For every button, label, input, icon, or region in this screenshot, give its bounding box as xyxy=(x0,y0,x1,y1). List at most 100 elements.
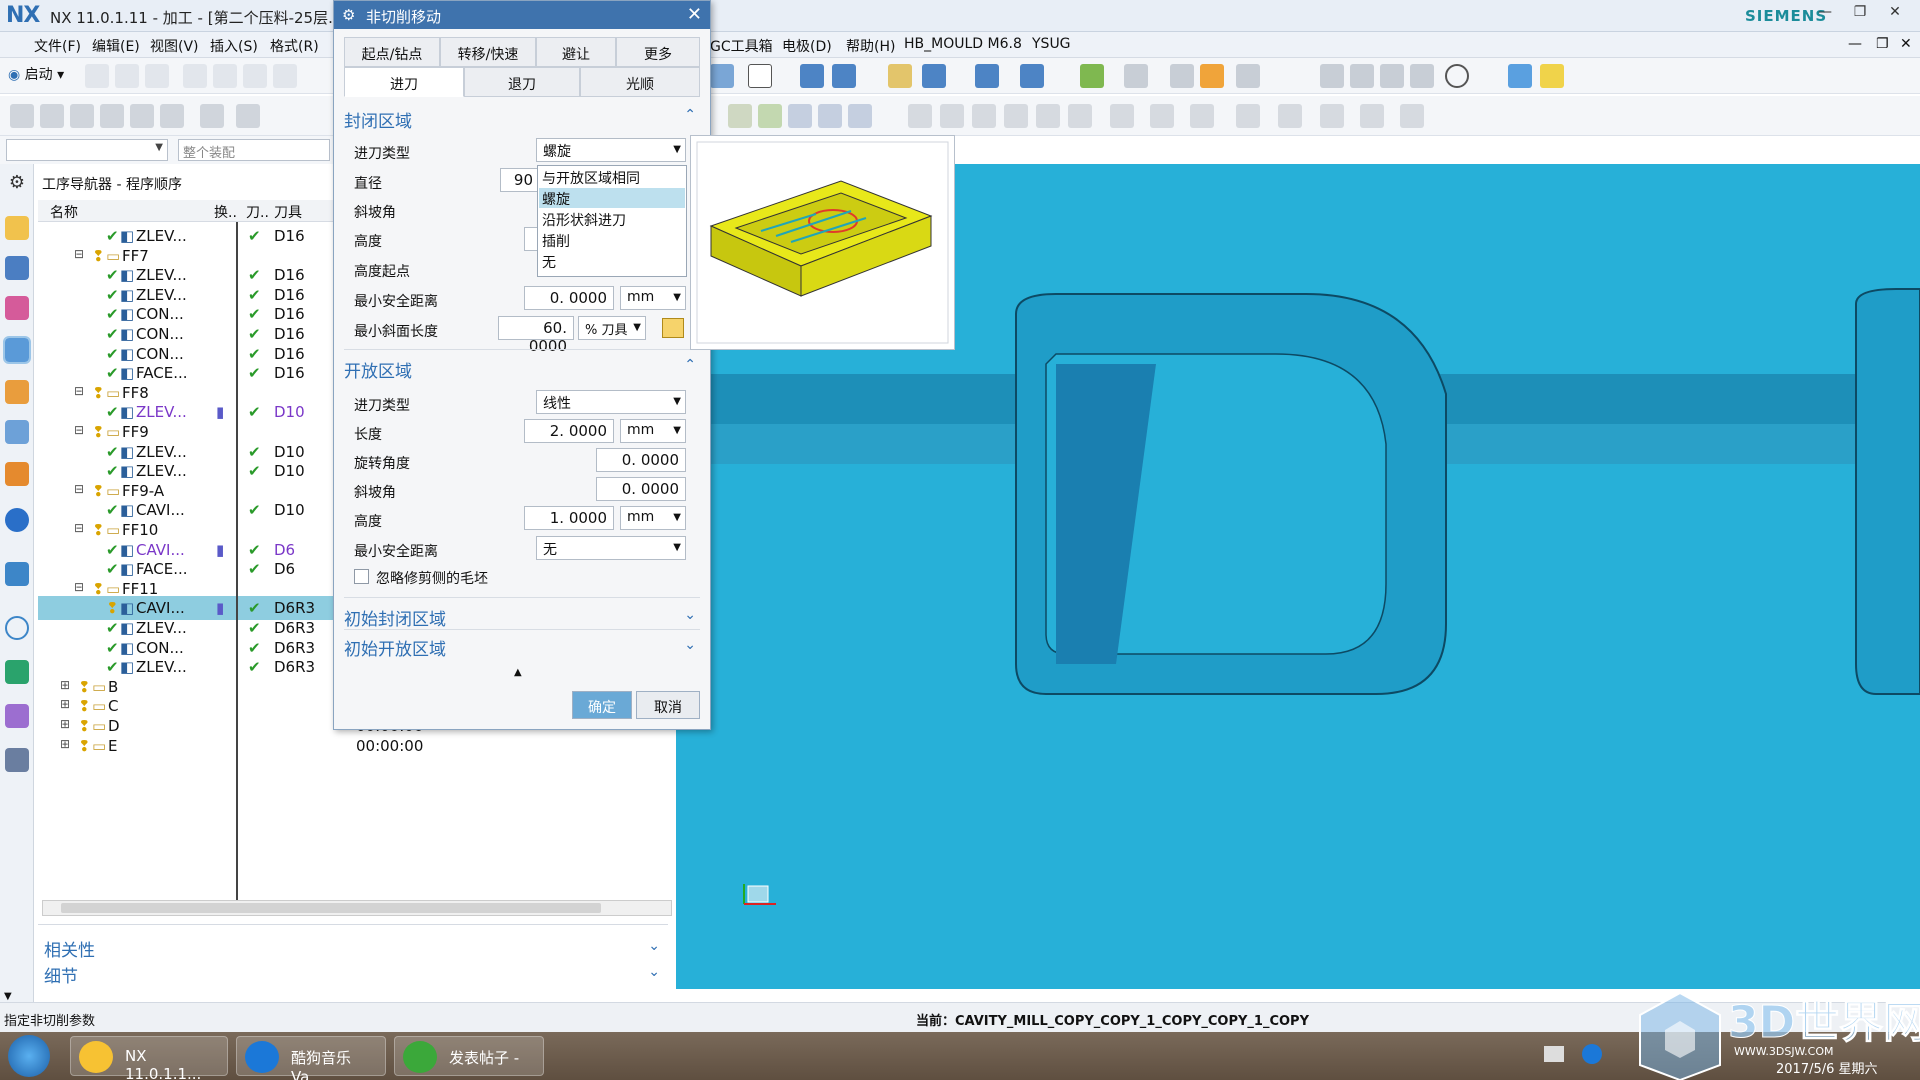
create-operation-icon[interactable] xyxy=(130,104,154,128)
clock-icon[interactable] xyxy=(5,616,29,640)
sub-restore-icon[interactable]: ❐ xyxy=(1876,36,1889,52)
chevron-down-icon[interactable]: ⌄ xyxy=(648,964,660,980)
open-ramp-input[interactable]: 0. 0000 xyxy=(596,477,686,501)
collapse-icon[interactable]: ⊟ xyxy=(74,423,84,437)
tab-avoidance[interactable]: 避让 xyxy=(536,37,616,67)
horizontal-scrollbar[interactable] xyxy=(42,900,672,916)
shape-icon-6[interactable] xyxy=(1068,104,1092,128)
ok-button[interactable]: 确定 xyxy=(572,691,632,719)
col-path[interactable]: 刀.. xyxy=(246,202,269,222)
expand-icon[interactable]: ⊞ xyxy=(60,697,70,711)
expand-icon[interactable]: ⊞ xyxy=(60,717,70,731)
start-button[interactable]: ◉ 启动 ▾ xyxy=(8,64,64,84)
machine-nav-icon[interactable] xyxy=(5,380,29,404)
orient-icon[interactable] xyxy=(800,64,824,88)
open-height-unit[interactable]: mm ▼ xyxy=(620,506,686,530)
chevron-down-icon[interactable]: ▼ xyxy=(4,991,12,1002)
length-unit[interactable]: mm ▼ xyxy=(620,419,686,443)
collapse-icon[interactable]: ⊟ xyxy=(74,482,84,496)
save-icon[interactable] xyxy=(145,64,169,88)
close-icon[interactable]: ✕ xyxy=(1880,4,1910,26)
view-cube-icon[interactable] xyxy=(710,64,734,88)
add-point-icon[interactable] xyxy=(1124,64,1148,88)
initial-closed-area-header[interactable]: 初始封闭区域 xyxy=(344,605,446,630)
solid-icon[interactable] xyxy=(1320,64,1344,88)
open-min-safe-select[interactable]: 无 ▼ xyxy=(536,536,686,560)
sort-icon[interactable] xyxy=(818,104,842,128)
create-tool-icon[interactable] xyxy=(40,104,64,128)
col-name[interactable]: 名称 xyxy=(50,202,78,222)
initial-open-area-header[interactable]: 初始开放区域 xyxy=(344,635,446,660)
render-icon[interactable] xyxy=(922,64,946,88)
chevron-down-icon[interactable]: ⌄ xyxy=(684,607,696,623)
scroll-thumb[interactable] xyxy=(61,903,601,913)
option-same-as-open[interactable]: 与开放区域相同 xyxy=(539,167,685,187)
highlight-icon[interactable] xyxy=(1540,64,1564,88)
shell-icon[interactable] xyxy=(1350,64,1374,88)
assembly-icon[interactable] xyxy=(1200,64,1224,88)
assembly-scope-combo[interactable]: 整个装配 xyxy=(178,139,330,161)
cut-icon[interactable] xyxy=(183,64,207,88)
chevron-up-icon[interactable]: ⌃ xyxy=(684,357,696,373)
minimize-icon[interactable]: — xyxy=(1810,4,1840,26)
shape-icon-7[interactable] xyxy=(1110,104,1134,128)
taskbar-nx[interactable]: NX 11.0.1.1... xyxy=(70,1036,228,1080)
sub-minimize-icon[interactable]: — xyxy=(1848,36,1862,52)
roles-icon[interactable] xyxy=(5,462,29,486)
min-ramp-length-unit[interactable]: % 刀具 ▼ xyxy=(578,316,646,340)
shape-icon-8[interactable] xyxy=(1150,104,1174,128)
web-icon[interactable] xyxy=(5,508,29,532)
box-icon[interactable] xyxy=(1236,64,1260,88)
option-ramp-on-shape[interactable]: 沿形状斜进刀 xyxy=(539,209,685,229)
menu-help[interactable]: 帮助(H) xyxy=(846,36,895,56)
lock-icon[interactable] xyxy=(662,318,684,338)
chevron-up-icon[interactable]: ⌃ xyxy=(684,107,696,123)
tab-transfer[interactable]: 转移/快速 xyxy=(440,37,536,67)
restore-icon[interactable]: ❐ xyxy=(1845,4,1875,26)
shape-icon-2[interactable] xyxy=(940,104,964,128)
closed-min-safe-unit[interactable]: mm ▼ xyxy=(620,286,686,310)
tab-engage[interactable]: 进刀 xyxy=(344,67,464,97)
shape-icon-12[interactable] xyxy=(1320,104,1344,128)
snap-icon[interactable] xyxy=(888,64,912,88)
paste-icon[interactable] xyxy=(243,64,267,88)
dependencies-panel[interactable]: 相关性 xyxy=(44,936,95,961)
grid-icon[interactable] xyxy=(1410,64,1434,88)
menu-file[interactable]: 文件(F) xyxy=(34,36,81,56)
tab-start-drill[interactable]: 起点/钻点 xyxy=(344,37,440,67)
start-orb-icon[interactable] xyxy=(8,1035,50,1077)
create-program-icon[interactable] xyxy=(10,104,34,128)
dialog-titlebar[interactable]: ⚙ 非切削移动 ✕ xyxy=(334,1,710,29)
copy-icon[interactable] xyxy=(213,64,237,88)
taskbar-kugou[interactable]: 酷狗音乐 Va... xyxy=(236,1036,386,1080)
collapse-icon[interactable]: ⊟ xyxy=(74,580,84,594)
constraint-nav-icon[interactable] xyxy=(5,256,29,280)
menu-electrode[interactable]: 电极(D) xyxy=(782,36,832,56)
menu-insert[interactable]: 插入(S) xyxy=(210,36,258,56)
details-panel[interactable]: 细节 xyxy=(44,962,78,987)
part-nav-icon[interactable] xyxy=(5,296,29,320)
layer-icon[interactable] xyxy=(1080,64,1104,88)
shape-icon-5[interactable] xyxy=(1036,104,1060,128)
reuse-library-icon[interactable] xyxy=(5,420,29,444)
shape-icon-10[interactable] xyxy=(1236,104,1260,128)
min-ramp-length-input[interactable]: 60. 0000 xyxy=(498,316,574,355)
open-height-input[interactable]: 1. 0000 xyxy=(524,506,614,530)
closed-entry-type-select[interactable]: 螺旋 ▼ xyxy=(536,138,686,162)
sim-icon[interactable] xyxy=(5,704,29,728)
rotation-input[interactable]: 0. 0000 xyxy=(596,448,686,472)
tab-more[interactable]: 更多 xyxy=(616,37,700,67)
sub-close-icon[interactable]: ✕ xyxy=(1900,36,1912,52)
open-entry-type-select[interactable]: 线性 ▼ xyxy=(536,390,686,414)
feature-icon[interactable] xyxy=(728,104,752,128)
filter-combo[interactable]: ▼ xyxy=(6,139,168,161)
tab-smoothing[interactable]: 光顺 xyxy=(580,67,700,97)
menu-gc-toolbox[interactable]: GC工具箱 xyxy=(710,36,773,56)
postprocess-icon[interactable] xyxy=(236,104,260,128)
kugou-tray-icon[interactable] xyxy=(1582,1044,1602,1064)
tools-icon[interactable] xyxy=(5,748,29,772)
menu-edit[interactable]: 编辑(E) xyxy=(92,36,140,56)
table-icon[interactable] xyxy=(848,104,872,128)
col-tool[interactable]: 刀具 xyxy=(274,202,302,222)
closed-min-safe-input[interactable]: 0. 0000 xyxy=(524,286,614,310)
